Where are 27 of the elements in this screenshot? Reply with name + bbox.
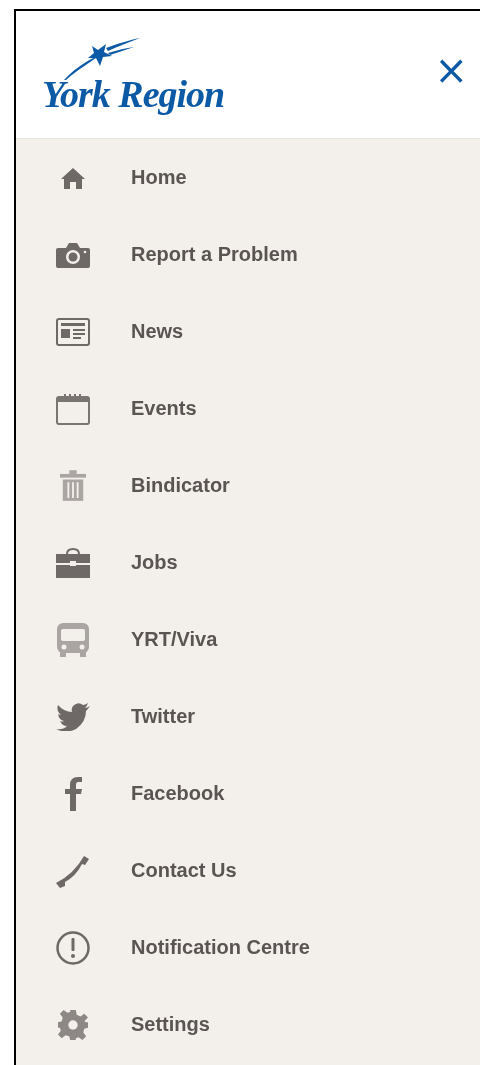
- menu-item[interactable]: Jobs: [16, 524, 480, 601]
- bus-icon: [57, 622, 89, 657]
- trash-icon: [60, 468, 86, 503]
- settings-icon: [58, 1009, 88, 1040]
- logo-wordmark: York Region: [42, 75, 225, 113]
- letter-f-icon: [64, 776, 82, 811]
- menu-item[interactable]: Events: [16, 370, 480, 447]
- newspaper-icon: [56, 317, 90, 346]
- menu-item[interactable]: News: [16, 293, 480, 370]
- menu-item[interactable]: Bindicator: [16, 447, 480, 524]
- close-button[interactable]: ×: [430, 49, 472, 90]
- menu-item[interactable]: Report a Problem: [16, 216, 480, 293]
- menu-item[interactable]: Settings: [16, 986, 480, 1063]
- calendar-icon: [56, 392, 90, 425]
- phone-icon: [56, 853, 90, 888]
- home-icon: [60, 166, 86, 189]
- camera-icon: [56, 241, 90, 268]
- menu-item[interactable]: Contact Us: [16, 832, 480, 909]
- bird-icon: [56, 702, 90, 731]
- menu-item[interactable]: Facebook: [16, 755, 480, 832]
- briefcase-icon: [56, 547, 90, 578]
- menu-item[interactable]: Twitter: [16, 678, 480, 755]
- exclamation-circle-icon: [56, 930, 90, 965]
- menu-item[interactable]: Notification Centre: [16, 909, 480, 986]
- menu-item[interactable]: Home: [16, 139, 480, 216]
- star-swoosh-icon: [62, 36, 142, 81]
- menu-item[interactable]: YRT/Viva: [16, 601, 480, 678]
